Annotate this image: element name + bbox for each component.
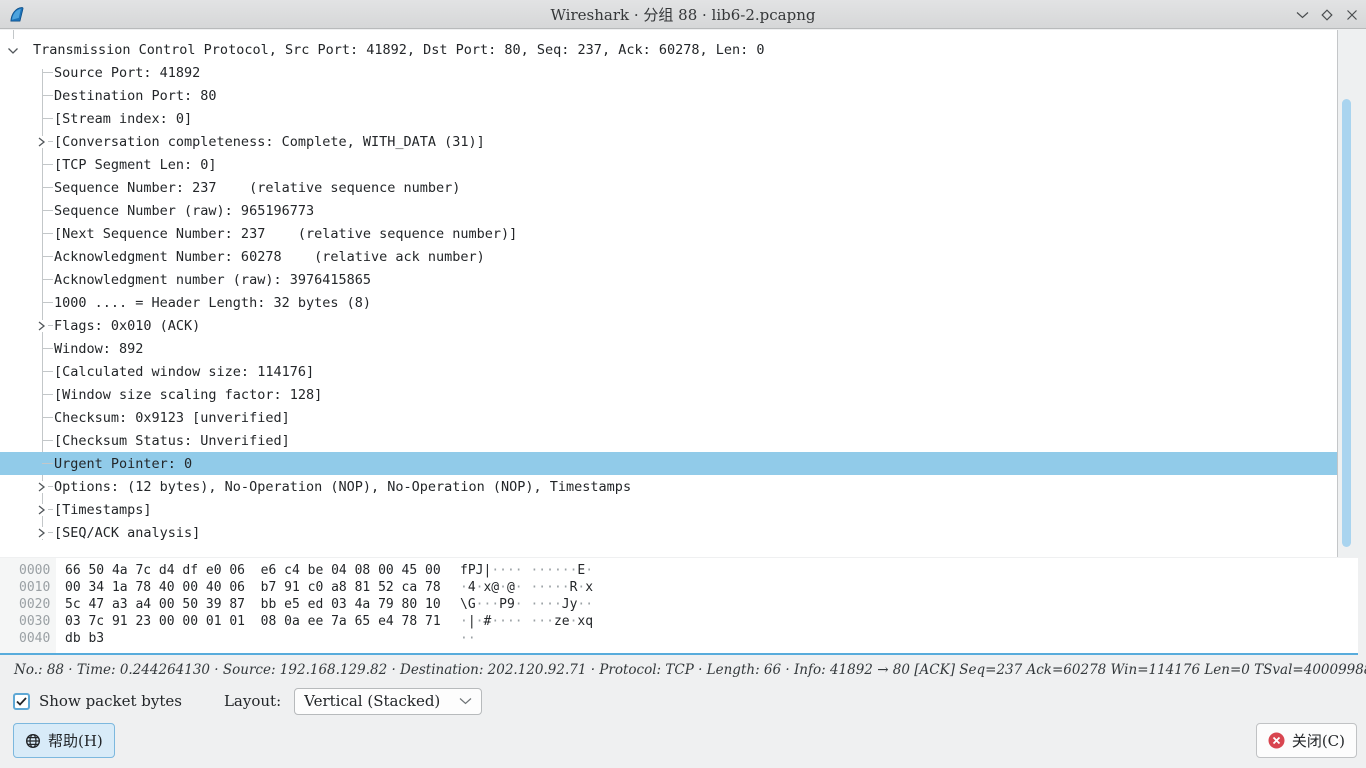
tree-row-label: Sequence Number: 237 (relative sequence …	[54, 180, 460, 196]
show-packet-bytes-label: Show packet bytes	[39, 692, 182, 710]
tree-row[interactable]: [SEQ/ACK analysis]	[0, 521, 1337, 544]
hex-ascii: \G···P9· ····Jy··	[460, 597, 593, 612]
tree-row[interactable]: Acknowledgment Number: 60278 (relative a…	[0, 245, 1337, 268]
tree-row-label: 1000 .... = Header Length: 32 bytes (8)	[54, 295, 371, 311]
tree-row-label: Source Port: 41892	[54, 65, 200, 81]
hex-ascii: fPJ|···· ······E·	[460, 563, 593, 578]
tree-row-label: Window: 892	[54, 341, 143, 357]
tree-row-label: [Next Sequence Number: 237 (relative seq…	[54, 226, 517, 242]
packet-bytes-pane: 0000 66 50 4a 7c d4 df e0 06 e6 c4 be 04 …	[0, 558, 1358, 655]
show-packet-bytes-checkbox[interactable]	[13, 693, 30, 710]
controls-row: Show packet bytes Layout: Vertical (Stac…	[13, 687, 482, 715]
hex-offset: 0030	[19, 614, 55, 629]
minimize-icon[interactable]	[1294, 7, 1310, 23]
chevron-down-icon	[459, 697, 472, 705]
tree-row[interactable]: Options: (12 bytes), No-Operation (NOP),…	[0, 475, 1337, 498]
help-icon	[25, 733, 41, 749]
tree-row[interactable]: Sequence Number: 237 (relative sequence …	[0, 176, 1337, 199]
close-window-icon[interactable]	[1344, 7, 1360, 23]
hex-row[interactable]: 0010 00 34 1a 78 40 00 40 06 b7 91 c0 a8 …	[0, 579, 1358, 596]
hex-offset: 0000	[19, 563, 55, 578]
tree-row[interactable]: [TCP Segment Len: 0]	[0, 153, 1337, 176]
tree-row-label: Transmission Control Protocol, Src Port:…	[33, 42, 765, 58]
hex-ascii: ·4·x@·@· ·····R·x	[460, 580, 593, 595]
layout-label: Layout:	[224, 692, 281, 710]
tree-row-label: Sequence Number (raw): 965196773	[54, 203, 314, 219]
close-button[interactable]: 关闭(C)	[1256, 723, 1357, 758]
tree-row[interactable]: Checksum: 0x9123 [unverified]	[0, 406, 1337, 429]
layout-dropdown[interactable]: Vertical (Stacked)	[294, 688, 482, 715]
tree-row-label: [SEQ/ACK analysis]	[54, 525, 200, 541]
hex-bytes: db b3	[65, 631, 460, 646]
hex-bytes: 66 50 4a 7c d4 df e0 06 e6 c4 be 04 08 0…	[65, 563, 460, 578]
tree-scrollbar-track[interactable]	[1338, 30, 1366, 557]
layout-dropdown-value: Vertical (Stacked)	[304, 692, 459, 710]
tree-row[interactable]: Destination Port: 80	[0, 84, 1337, 107]
checkmark-icon	[16, 697, 27, 706]
hex-offset: 0010	[19, 580, 55, 595]
hex-row[interactable]: 0000 66 50 4a 7c d4 df e0 06 e6 c4 be 04 …	[0, 562, 1358, 579]
tree-scrollbar-thumb[interactable]	[1342, 99, 1351, 547]
tree-row-label: [Conversation completeness: Complete, WI…	[54, 134, 485, 150]
tree-row-label: Checksum: 0x9123 [unverified]	[54, 410, 290, 426]
tree-row-label: Urgent Pointer: 0	[54, 456, 192, 472]
tree-row[interactable]: Source Port: 41892	[0, 61, 1337, 84]
expander-collapsed-icon[interactable]	[36, 320, 47, 332]
tree-row[interactable]: Urgent Pointer: 0	[0, 452, 1337, 475]
tree-row[interactable]: [Timestamps]	[0, 498, 1337, 521]
tree-row[interactable]: [Conversation completeness: Complete, WI…	[0, 130, 1337, 153]
hex-ascii: ··	[460, 631, 476, 646]
wireshark-app-icon	[8, 5, 27, 24]
tree-row[interactable]: 1000 .... = Header Length: 32 bytes (8)	[0, 291, 1337, 314]
tree-row-label: [Checksum Status: Unverified]	[54, 433, 290, 449]
tree-row-label: [TCP Segment Len: 0]	[54, 157, 217, 173]
tree-row[interactable]: Sequence Number (raw): 965196773	[0, 199, 1337, 222]
expander-expanded-icon[interactable]	[7, 47, 19, 55]
tree-row[interactable]: [Next Sequence Number: 237 (relative seq…	[0, 222, 1337, 245]
hex-bytes: 00 34 1a 78 40 00 40 06 b7 91 c0 a8 81 5…	[65, 580, 460, 595]
help-button-label: 帮助(H)	[48, 730, 103, 751]
tree-row-label: [Calculated window size: 114176]	[54, 364, 314, 380]
tree-row[interactable]: [Calculated window size: 114176]	[0, 360, 1337, 383]
tree-row[interactable]: [Checksum Status: Unverified]	[0, 429, 1337, 452]
tree-row[interactable]: Window: 892	[0, 337, 1337, 360]
titlebar: Wireshark · 分组 88 · lib6-2.pcapng	[0, 0, 1366, 29]
hex-bytes: 5c 47 a3 a4 00 50 39 87 bb e5 ed 03 4a 7…	[65, 597, 460, 612]
expander-collapsed-icon[interactable]	[36, 504, 47, 516]
tree-row-label: [Timestamps]	[54, 502, 152, 518]
hex-offset: 0020	[19, 597, 55, 612]
tree-row-label: Acknowledgment Number: 60278 (relative a…	[54, 249, 485, 265]
expander-collapsed-icon[interactable]	[36, 136, 47, 148]
help-button[interactable]: 帮助(H)	[13, 723, 115, 758]
tree-row-label: [Window size scaling factor: 128]	[54, 387, 322, 403]
close-button-label: 关闭(C)	[1292, 730, 1345, 751]
hex-offset: 0040	[19, 631, 55, 646]
tree-row[interactable]: [Window size scaling factor: 128]	[0, 383, 1337, 406]
tree-row[interactable]: [Stream index: 0]	[0, 107, 1337, 130]
hex-row[interactable]: 0040 db b3··	[0, 630, 1358, 647]
hex-row[interactable]: 0030 03 7c 91 23 00 00 01 01 08 0a ee 7a …	[0, 613, 1358, 630]
close-red-icon	[1268, 732, 1285, 749]
packet-summary-line: No.: 88 · Time: 0.244264130 · Source: 19…	[14, 662, 1354, 678]
tree-row-label: Flags: 0x010 (ACK)	[54, 318, 200, 334]
tree-row-root[interactable]: Transmission Control Protocol, Src Port:…	[0, 38, 1337, 61]
tree-row-label: Acknowledgment number (raw): 3976415865	[54, 272, 371, 288]
tree-row[interactable]: Acknowledgment number (raw): 3976415865	[0, 268, 1337, 291]
tree-row-label: Options: (12 bytes), No-Operation (NOP),…	[54, 479, 631, 495]
expander-collapsed-icon[interactable]	[36, 527, 47, 539]
hex-ascii: ·|·#···· ···ze·xq	[460, 614, 593, 629]
expander-collapsed-icon[interactable]	[36, 481, 47, 493]
tree-row-label: Destination Port: 80	[54, 88, 217, 104]
tree-row-label: [Stream index: 0]	[54, 111, 192, 127]
packet-detail-tree: Transmission Control Protocol, Src Port:…	[0, 30, 1338, 557]
hex-bytes: 03 7c 91 23 00 00 01 01 08 0a ee 7a 65 e…	[65, 614, 460, 629]
hex-row[interactable]: 0020 5c 47 a3 a4 00 50 39 87 bb e5 ed 03 …	[0, 596, 1358, 613]
maximize-icon[interactable]	[1319, 7, 1335, 23]
window-title: Wireshark · 分组 88 · lib6-2.pcapng	[0, 4, 1366, 25]
tree-row[interactable]: Flags: 0x010 (ACK)	[0, 314, 1337, 337]
